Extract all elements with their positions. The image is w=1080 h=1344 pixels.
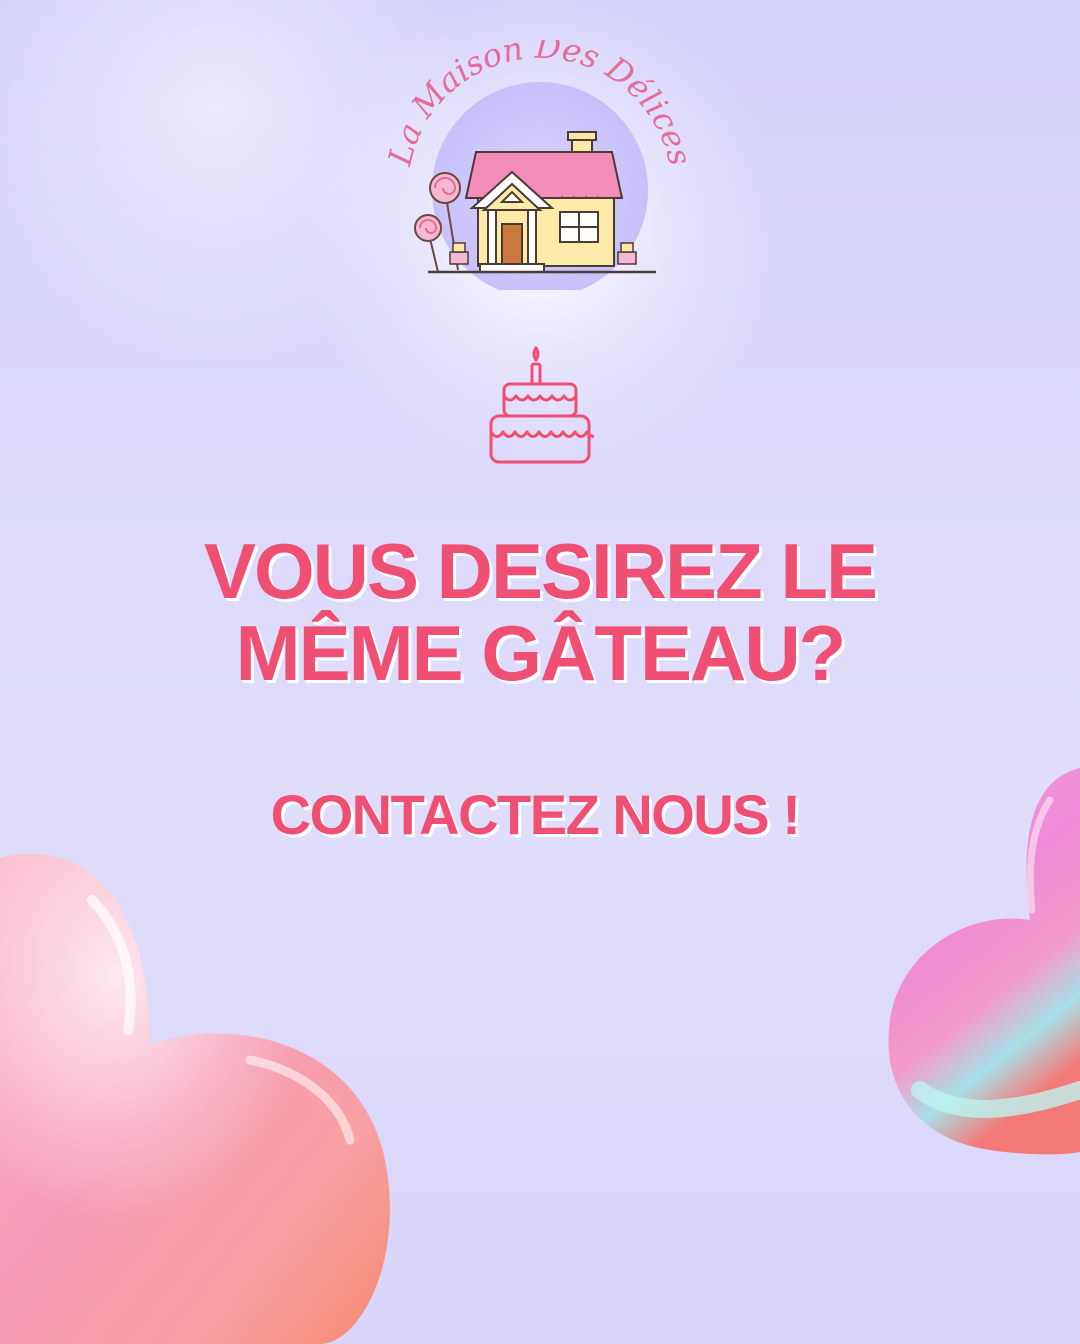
heart-balloon-icon — [0, 840, 400, 1344]
birthday-cake-icon — [486, 344, 594, 468]
brand-logo: La Maison Des Délices — [380, 40, 700, 290]
headline-line-2: MÊME GÂTEAU? — [235, 609, 847, 697]
headline: VOUS DESIREZ LE MÊME GÂTEAU? — [160, 530, 920, 694]
candy-house-icon: La Maison Des Délices — [380, 40, 699, 290]
headline-line-1: VOUS DESIREZ LE — [203, 527, 878, 615]
heart-balloon-icon — [880, 760, 1080, 1200]
promo-page: La Maison Des Délices VOUS DESIREZ LE MÊ… — [0, 0, 1080, 1344]
